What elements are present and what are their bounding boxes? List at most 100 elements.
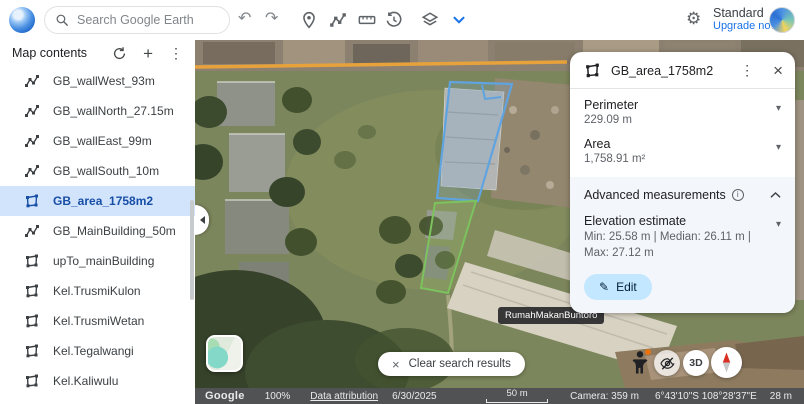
path-icon xyxy=(24,73,40,89)
polygon-icon xyxy=(24,253,40,269)
sidebar-item-label: Kel.TrusmiWetan xyxy=(53,314,144,328)
sidebar-item-gb-wallnorth[interactable]: GB_wallNorth_27.15m xyxy=(0,96,195,126)
sidebar-menu-kebab-icon[interactable]: ⋮ xyxy=(169,46,183,61)
compass-button[interactable] xyxy=(711,347,742,378)
google-earth-logo[interactable] xyxy=(9,7,35,33)
map-scale-label: 50 m xyxy=(507,388,528,399)
map-scale-bar xyxy=(486,399,548,403)
sidebar-item-label: GB_area_1758m2 xyxy=(53,194,153,208)
sidebar-item-kel-trusmikulon[interactable]: Kel.TrusmiKulon xyxy=(0,276,195,306)
close-icon: × xyxy=(392,357,400,372)
sidebar-item-label: GB_wallWest_93m xyxy=(53,74,155,88)
sidebar-item-label: GB_wallNorth_27.15m xyxy=(53,104,174,118)
sidebar-item-gb-walleast[interactable]: GB_wallEast_99m xyxy=(0,126,195,156)
chevron-left-icon xyxy=(200,216,205,224)
sidebar-item-kel-tegalwangi[interactable]: Kel.Tegalwangi xyxy=(0,336,195,366)
sidebar-item-label: Kel.Kaliwulu xyxy=(53,374,118,388)
sidebar-item-gb-area-selected[interactable]: GB_area_1758m2 xyxy=(0,186,195,216)
area-value: 1,758.91 m² xyxy=(584,153,776,165)
cursor-coordinates: 6°43'10"S 108°28'37"E xyxy=(655,391,757,402)
area-unit-dropdown[interactable]: ▾ xyxy=(776,137,781,165)
undo-button[interactable]: ↶ xyxy=(238,9,251,29)
polygon-icon xyxy=(24,313,40,329)
advanced-measurements-header[interactable]: Advanced measurements i xyxy=(584,188,781,202)
compass-needle-icon xyxy=(711,347,742,378)
eye-off-icon xyxy=(659,355,676,372)
pegman-streetview-button[interactable] xyxy=(628,349,652,376)
sidebar-item-gb-wallwest[interactable]: GB_wallWest_93m xyxy=(0,66,195,96)
data-attribution-link[interactable]: Data attribution xyxy=(310,391,378,402)
search-box[interactable] xyxy=(44,6,230,34)
threed-label: 3D xyxy=(689,357,702,369)
imagery-date: 6/30/2025 xyxy=(392,391,437,402)
sidebar-item-upto-mainbuilding[interactable]: upTo_mainBuilding xyxy=(0,246,195,276)
polygon-icon xyxy=(584,62,601,79)
perimeter-label: Perimeter xyxy=(584,98,776,112)
add-item-button[interactable]: + xyxy=(143,46,153,61)
ground-elevation: 28 m xyxy=(770,391,792,402)
search-input[interactable] xyxy=(77,13,219,27)
perimeter-unit-dropdown[interactable]: ▾ xyxy=(776,98,781,126)
perimeter-row: Perimeter 229.09 m ▾ xyxy=(570,89,795,128)
sidebar-item-label: GB_wallEast_99m xyxy=(53,134,152,148)
polygon-icon xyxy=(24,193,40,209)
sidebar-item-gb-wallsouth[interactable]: GB_wallSouth_10m xyxy=(0,156,195,186)
chevron-up-icon[interactable] xyxy=(770,191,781,199)
pencil-icon: ✎ xyxy=(599,280,609,294)
sidebar-item-kel-kaliwulu[interactable]: Kel.Kaliwulu xyxy=(0,366,195,396)
clear-search-results-label: Clear search results xyxy=(409,358,511,370)
sidebar-header: Map contents + ⋮ xyxy=(0,40,195,66)
advanced-measurements-section: Advanced measurements i Elevation estima… xyxy=(570,177,795,313)
sidebar-item-gb-mainbuilding[interactable]: GB_MainBuilding_50m xyxy=(0,216,195,246)
top-toolbar: ↶ ↷ ⚙ Standard Upgrade now xyxy=(0,0,804,40)
edit-button-label: Edit xyxy=(616,280,637,294)
panel-close-icon[interactable]: × xyxy=(767,63,785,79)
refresh-icon[interactable] xyxy=(112,46,127,61)
sidebar-item-kel-trusmiwetan[interactable]: Kel.TrusmiWetan xyxy=(0,306,195,336)
path-icon xyxy=(24,223,40,239)
map-scale: 50 m xyxy=(486,389,548,403)
polygon-icon xyxy=(24,373,40,389)
toggle-ui-visibility-button[interactable] xyxy=(654,350,680,376)
polygon-icon xyxy=(24,283,40,299)
settings-gear-button[interactable]: ⚙ xyxy=(686,9,701,29)
elevation-label: Elevation estimate xyxy=(584,214,776,228)
panel-menu-kebab-icon[interactable]: ⋮ xyxy=(737,62,757,79)
profile-avatar[interactable] xyxy=(769,7,795,33)
placemark-pin-button[interactable] xyxy=(300,11,318,29)
sidebar-scrollbar[interactable] xyxy=(190,200,194,300)
elevation-row: Elevation estimate Min: 25.58 m | Median… xyxy=(584,214,781,261)
zoom-level-value: 100% xyxy=(265,391,291,402)
draw-path-button[interactable] xyxy=(329,11,347,29)
redo-button[interactable]: ↷ xyxy=(265,9,278,29)
map-contents-sidebar: Map contents + ⋮ GB_wallWest_93m GB_wall… xyxy=(0,40,195,404)
panel-header: GB_area_1758m2 ⋮ × xyxy=(570,52,795,88)
pegman-status-dot xyxy=(645,349,651,355)
map-style-thumbnail-button[interactable] xyxy=(206,335,243,372)
path-icon xyxy=(24,103,40,119)
sidebar-item-label: upTo_mainBuilding xyxy=(53,254,154,268)
info-icon[interactable]: i xyxy=(732,189,744,201)
historical-imagery-button[interactable] xyxy=(385,11,403,29)
measurement-panel: GB_area_1758m2 ⋮ × Perimeter 229.09 m ▾ … xyxy=(570,52,795,313)
chevron-down-icon[interactable] xyxy=(450,11,468,29)
camera-altitude: Camera: 359 m xyxy=(570,391,639,402)
area-row: Area 1,758.91 m² ▾ xyxy=(570,128,795,167)
perimeter-value: 229.09 m xyxy=(584,114,776,126)
sidebar-item-label: Kel.Tegalwangi xyxy=(53,344,134,358)
polygon-icon xyxy=(24,343,40,359)
path-icon xyxy=(24,133,40,149)
map-layers-button[interactable] xyxy=(421,11,439,29)
clear-search-results-button[interactable]: × Clear search results xyxy=(378,352,525,376)
elevation-value: Min: 25.58 m | Median: 26.11 m | Max: 27… xyxy=(584,230,776,261)
edit-button[interactable]: ✎ Edit xyxy=(584,274,652,300)
advanced-measurements-label: Advanced measurements xyxy=(584,188,726,202)
sidebar-item-label: Kel.TrusmiKulon xyxy=(53,284,141,298)
measure-ruler-button[interactable] xyxy=(358,11,376,29)
area-label: Area xyxy=(584,137,776,151)
sidebar-title: Map contents xyxy=(12,46,96,60)
status-bar: Google 100% Data attribution 6/30/2025 5… xyxy=(195,388,804,404)
elevation-unit-dropdown[interactable]: ▾ xyxy=(776,214,781,261)
search-icon xyxy=(55,13,69,27)
toggle-3d-button[interactable]: 3D xyxy=(683,350,709,376)
